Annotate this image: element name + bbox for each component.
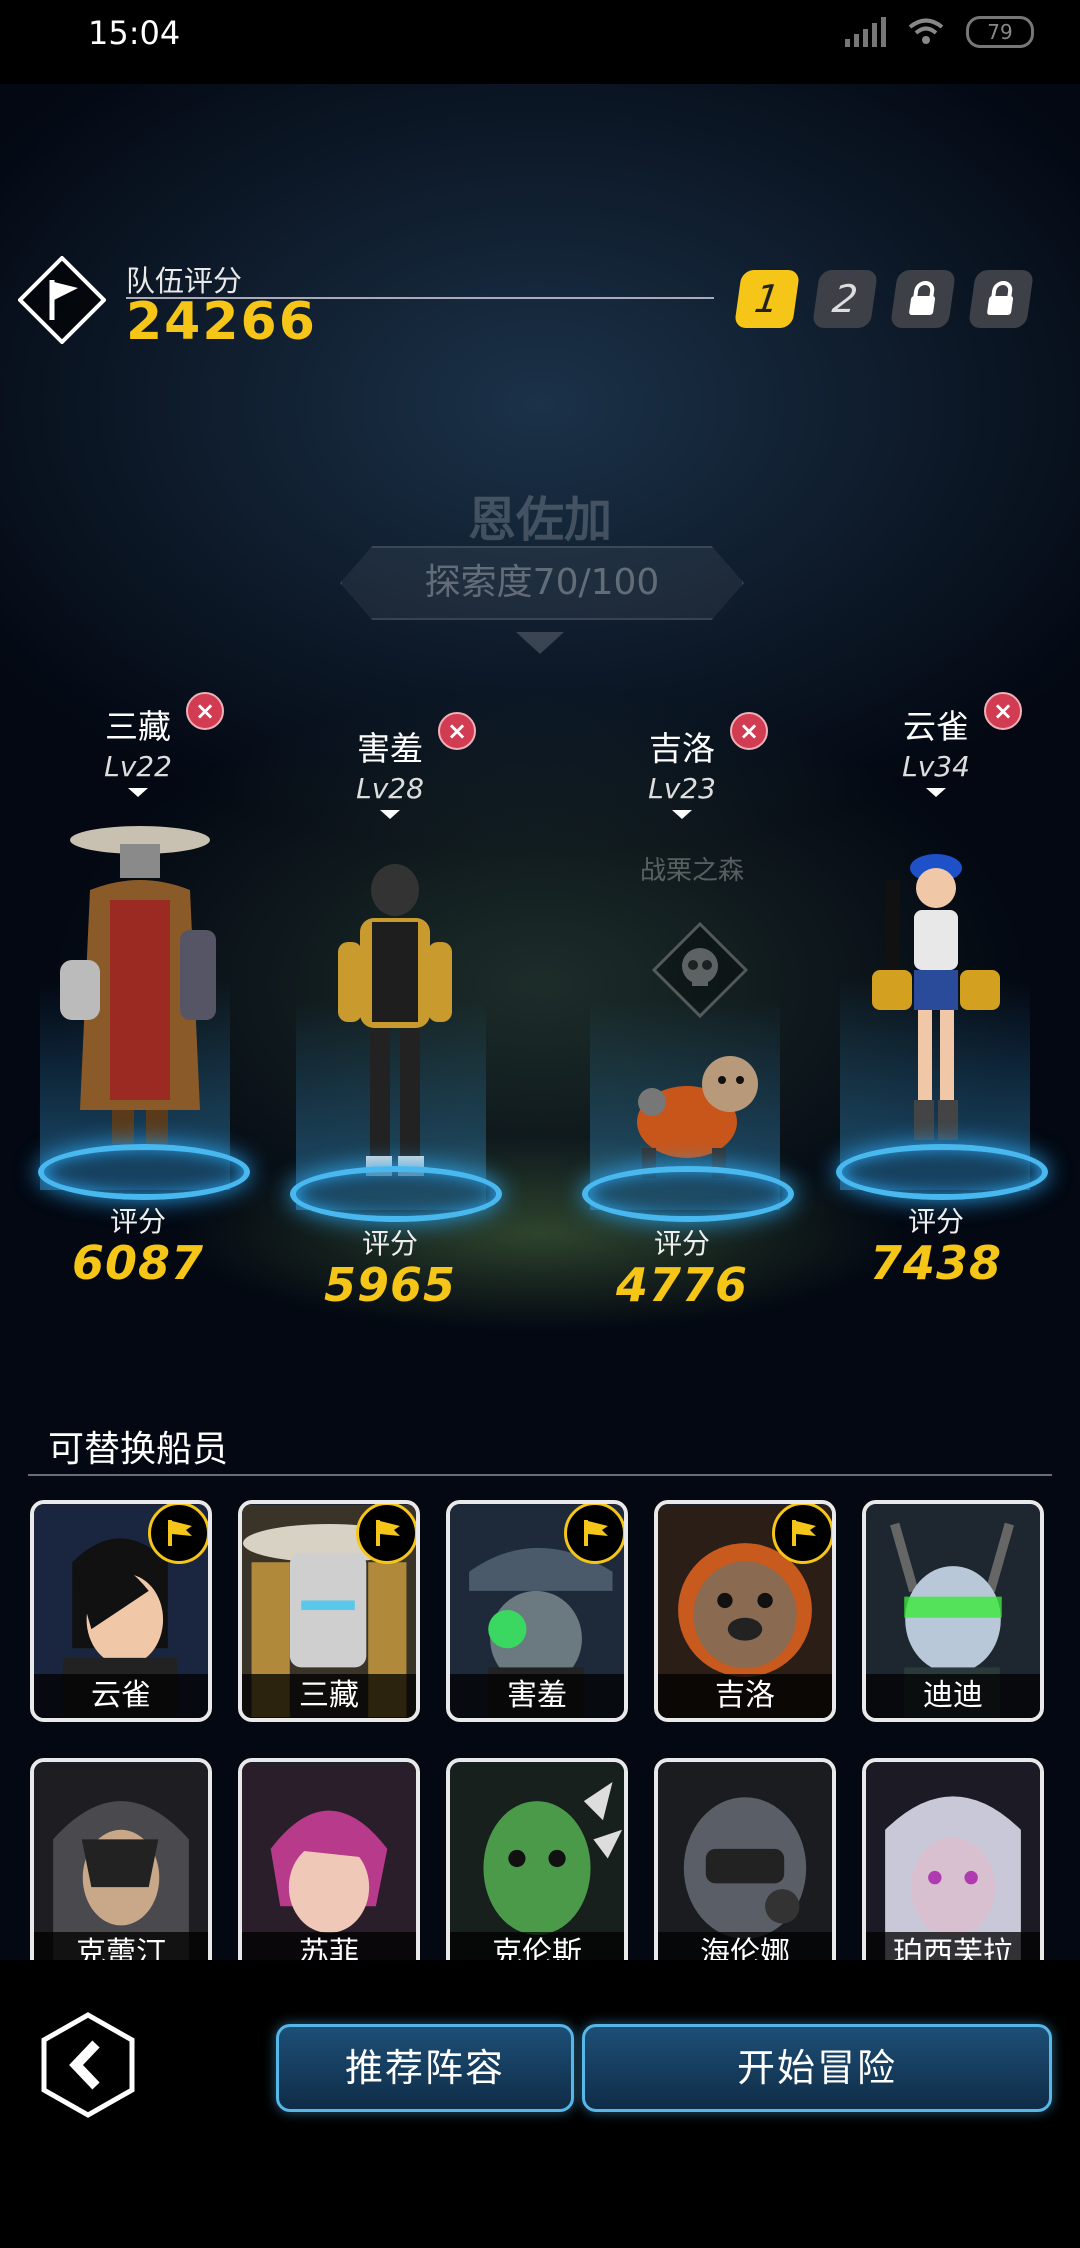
status-bar: 15:04 79 — [0, 0, 1080, 84]
crew-name: 吉洛 — [658, 1674, 832, 1718]
crew-card[interactable]: 害羞 — [446, 1500, 628, 1722]
team-member-1[interactable]: 三藏 × Lv22 评分 6087 — [18, 692, 258, 1300]
swap-crew-title: 可替换船员 — [48, 1429, 229, 1470]
crew-name: 克伦斯 — [450, 1932, 624, 1960]
crew-name: 迪迪 — [866, 1674, 1040, 1718]
remove-member-icon[interactable]: × — [438, 712, 476, 750]
crew-card[interactable]: 海伦娜 — [654, 1758, 836, 1960]
member-level: Lv34 — [902, 750, 970, 783]
member-score-label: 评分 — [361, 1227, 418, 1260]
start-adventure-button[interactable]: 开始冒险 — [582, 2024, 1052, 2112]
character-sanzang — [60, 826, 216, 1144]
crew-card[interactable]: 克伦斯 — [446, 1758, 628, 1960]
crew-name: 海伦娜 — [658, 1932, 832, 1960]
status-time: 15:04 — [88, 14, 181, 52]
team-slot-3-locked[interactable] — [889, 270, 957, 328]
member-score-value: 6087 — [71, 1236, 205, 1290]
crew-card[interactable]: 吉洛 — [654, 1500, 836, 1722]
crew-portrait — [658, 1762, 832, 1960]
crew-name: 苏菲 — [242, 1932, 416, 1960]
member-level: Lv28 — [356, 772, 424, 805]
swap-divider — [28, 1474, 1052, 1476]
member-score-value: 4776 — [615, 1258, 749, 1312]
team-slot-tabs: 1 2 — [733, 270, 1035, 328]
crew-portrait — [450, 1762, 624, 1960]
crew-card[interactable]: 珀西芙拉 — [862, 1758, 1044, 1960]
team-flag-icon — [18, 256, 106, 344]
team-member-3[interactable]: 吉洛 × Lv23 评分 4776 — [562, 712, 802, 1322]
character-platform — [836, 1144, 1048, 1200]
remove-member-icon[interactable]: × — [730, 712, 768, 750]
location-name: 恩佐加 — [467, 492, 612, 548]
in-team-flag-icon — [148, 1504, 208, 1564]
crew-portrait — [242, 1762, 416, 1960]
remove-member-icon[interactable]: × — [186, 692, 224, 730]
team-member-2[interactable]: 害羞 × Lv28 评分 5965 — [270, 712, 510, 1322]
team-slot-1[interactable]: 1 — [733, 270, 801, 328]
battery-icon: 79 — [966, 16, 1034, 48]
crew-name: 云雀 — [34, 1674, 208, 1718]
team-member-4[interactable]: 云雀 × Lv34 评分 7438 — [816, 692, 1056, 1300]
character-yunque — [872, 854, 1000, 1140]
in-team-flag-icon — [772, 1504, 832, 1564]
lock-icon — [987, 281, 1014, 315]
crew-portrait — [34, 1762, 208, 1960]
crew-name: 害羞 — [450, 1674, 624, 1718]
character-platform — [582, 1166, 794, 1222]
character-platform — [290, 1166, 502, 1222]
member-score-label: 评分 — [109, 1205, 166, 1238]
team-score-value: 24266 — [126, 292, 317, 352]
crew-card[interactable]: 克蕾汀 — [30, 1758, 212, 1960]
member-score-value: 7438 — [869, 1236, 1003, 1290]
member-score-label: 评分 — [653, 1227, 710, 1260]
member-score-value: 5965 — [323, 1258, 457, 1312]
exploration-progress: 探索度70/100 — [340, 546, 744, 620]
in-team-flag-icon — [564, 1504, 624, 1564]
crew-grid: 云雀 三藏 害羞 吉洛 迪迪 克蕾汀 苏菲 克伦斯 海伦娜 珀西芙拉 — [30, 1500, 1060, 1960]
remove-member-icon[interactable]: × — [984, 692, 1022, 730]
in-team-flag-icon — [356, 1504, 416, 1564]
crew-card[interactable]: 迪迪 — [862, 1500, 1044, 1722]
team-slot-2[interactable]: 2 — [811, 270, 879, 328]
character-platform — [38, 1144, 250, 1200]
explore-arrow-icon — [516, 632, 564, 654]
recommend-lineup-button[interactable]: 推荐阵容 — [276, 2024, 574, 2112]
character-jiluo — [637, 1056, 758, 1178]
crew-name: 克蕾汀 — [34, 1932, 208, 1960]
crew-portrait — [866, 1762, 1040, 1960]
wifi-icon — [908, 18, 944, 44]
lock-icon — [909, 281, 936, 315]
signal-icon — [845, 17, 886, 47]
crew-name: 三藏 — [242, 1674, 416, 1718]
crew-card[interactable]: 云雀 — [30, 1500, 212, 1722]
member-level: Lv22 — [104, 750, 172, 783]
crew-name: 珀西芙拉 — [866, 1932, 1040, 1960]
member-score-label: 评分 — [907, 1205, 964, 1238]
crew-card[interactable]: 三藏 — [238, 1500, 420, 1722]
character-haixiu — [338, 864, 452, 1176]
team-slot-4-locked[interactable] — [967, 270, 1035, 328]
back-button[interactable] — [40, 2012, 136, 2118]
member-level: Lv23 — [648, 772, 716, 805]
crew-card[interactable]: 苏菲 — [238, 1758, 420, 1960]
